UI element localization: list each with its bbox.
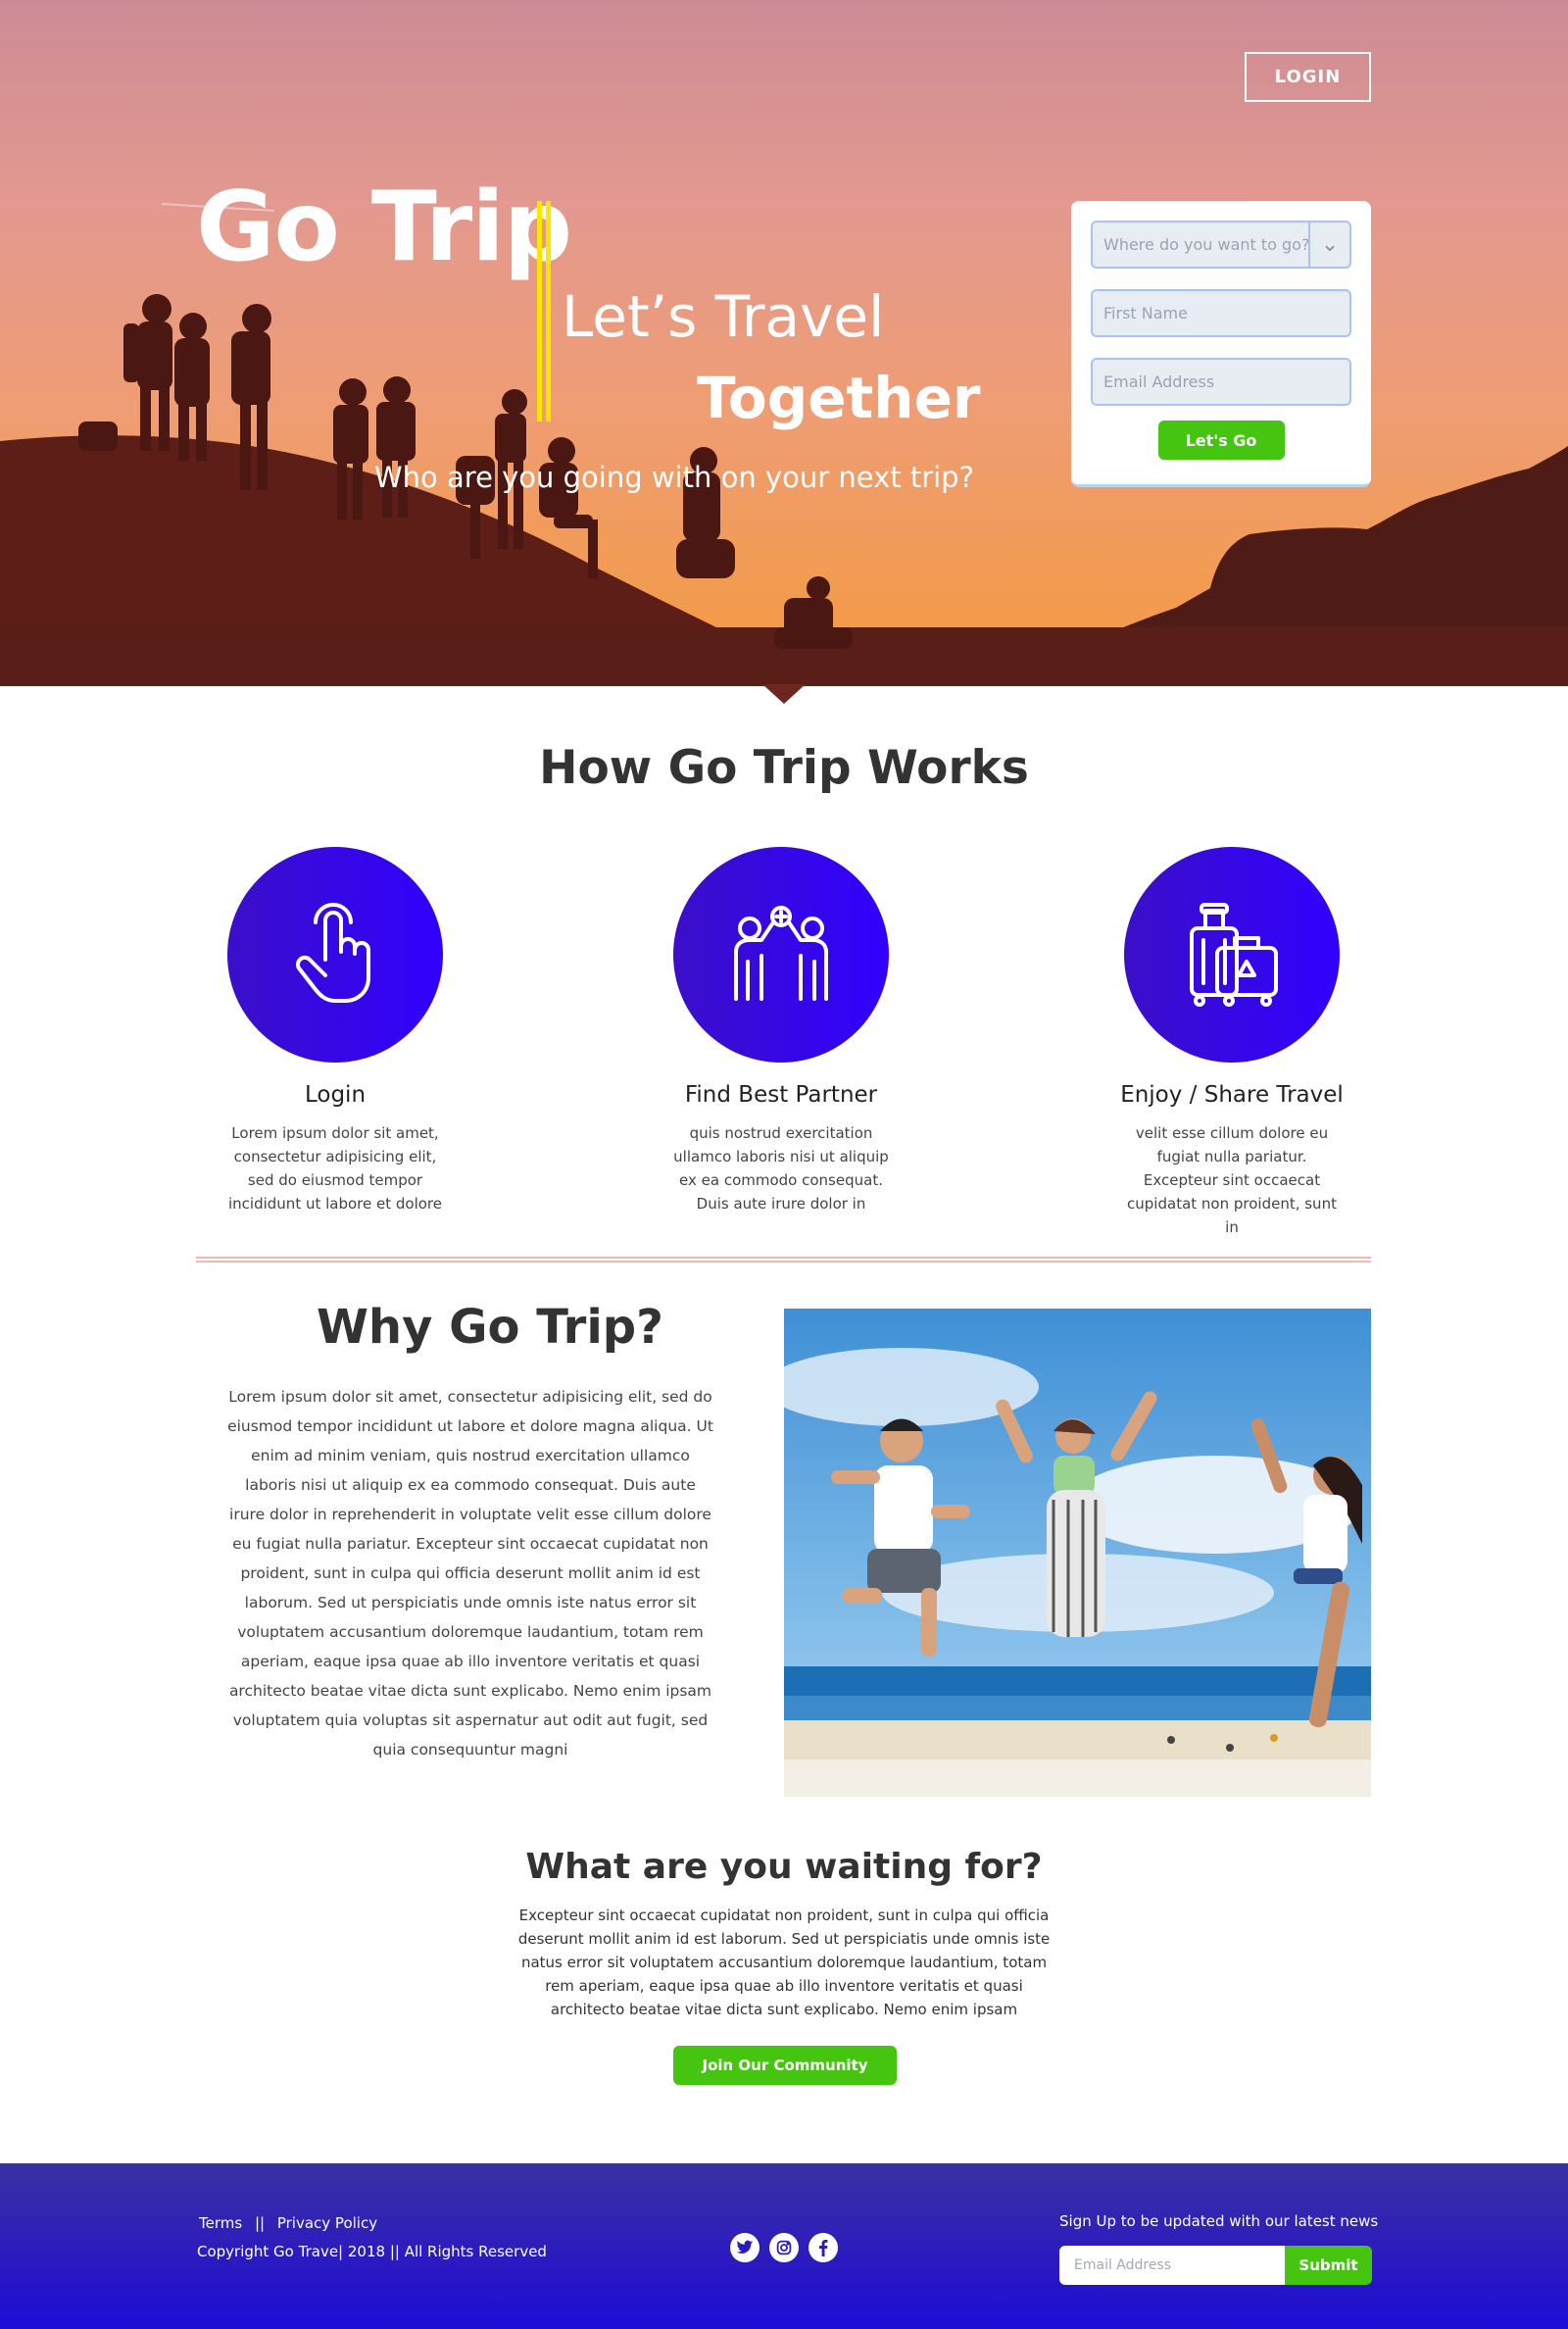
destination-select[interactable]: Where do you want to go? ⌄ <box>1091 221 1351 269</box>
hero-tagline-line2: Together <box>697 365 981 431</box>
cta-description: Excepteur sint occaecat cupidatat non pr… <box>517 1907 1051 2018</box>
hero-subtitle: Who are you going with on your next trip… <box>374 461 974 494</box>
trip-signup-form: Where do you want to go? ⌄ First Name Em… <box>1071 201 1371 487</box>
footer: Terms || Privacy Policy Copyright Go Tra… <box>0 2163 1568 2329</box>
lets-go-button[interactable]: Let's Go <box>1157 421 1285 460</box>
step-description: velit esse cillum dolore eu fugiat nulla… <box>1127 1124 1337 1236</box>
social-links <box>730 2233 838 2262</box>
email-placeholder: Email Address <box>1103 372 1215 391</box>
join-community-button[interactable]: Join Our Community <box>673 2046 897 2085</box>
destination-placeholder: Where do you want to go? <box>1103 235 1310 254</box>
cta-title: What are you waiting for? <box>525 1847 1043 1887</box>
terms-link[interactable]: Terms <box>199 2214 242 2232</box>
hero-title: Go Trip <box>196 172 572 283</box>
hero-tagline-line1: Let’s Travel <box>562 283 885 350</box>
beach-jump-photo <box>784 1309 1371 1797</box>
step-title: Login <box>304 1082 367 1108</box>
chevron-down-icon[interactable]: ⌄ <box>1308 223 1349 267</box>
hero-notch <box>762 684 806 704</box>
step-enjoy-share: Enjoy / Share Travel velit esse cillum d… <box>1085 847 1379 1239</box>
section-divider <box>196 1257 1371 1263</box>
partners-icon <box>673 847 889 1063</box>
login-button[interactable]: LOGIN <box>1245 52 1371 102</box>
email-field[interactable]: Email Address <box>1091 358 1351 406</box>
step-description: quis nostrud exercitation ullamco labori… <box>673 1124 889 1213</box>
twitter-icon[interactable] <box>730 2233 760 2262</box>
why-title: Why Go Trip? <box>196 1300 784 1355</box>
step-login: Login Lorem ipsum dolor sit amet, consec… <box>188 847 482 1215</box>
first-name-placeholder: First Name <box>1103 304 1188 322</box>
step-description: Lorem ipsum dolor sit amet, consectetur … <box>228 1124 442 1213</box>
step-title: Find Best Partner <box>684 1082 878 1108</box>
footer-links: Terms || Privacy Policy <box>199 2214 377 2232</box>
yellow-accent-bar <box>537 201 542 421</box>
why-title-prefix: Why <box>316 1300 450 1355</box>
copyright-text: Copyright Go Trave| 2018 || All Rights R… <box>197 2243 547 2260</box>
step-title: Enjoy / Share Travel <box>1120 1082 1344 1108</box>
luggage-icon <box>1124 847 1340 1063</box>
newsletter-submit-button[interactable]: Submit <box>1285 2246 1372 2285</box>
privacy-policy-link[interactable]: Privacy Policy <box>277 2214 377 2232</box>
why-title-brand: Go Trip? <box>449 1300 663 1355</box>
yellow-accent-bar <box>546 201 551 421</box>
hand-pointer-icon <box>227 847 443 1063</box>
how-title-brand: Go Trip <box>667 741 852 795</box>
how-title-prefix: How <box>539 741 668 795</box>
instagram-icon[interactable] <box>769 2233 799 2262</box>
how-it-works-title: How Go Trip Works <box>0 741 1568 795</box>
newsletter-email-input[interactable] <box>1059 2246 1285 2285</box>
how-title-suffix: Works <box>851 741 1029 795</box>
hero-section: LOGIN Go Trip Let’s Travel Together Who … <box>0 0 1568 686</box>
why-description: Lorem ipsum dolor sit amet, consectetur … <box>227 1388 713 1759</box>
link-separator: || <box>254 2214 266 2232</box>
facebook-icon[interactable] <box>808 2233 838 2262</box>
newsletter-label: Sign Up to be updated with our latest ne… <box>1059 2212 1379 2230</box>
step-find-partner: Find Best Partner quis nostrud exercitat… <box>634 847 928 1215</box>
first-name-field[interactable]: First Name <box>1091 289 1351 337</box>
